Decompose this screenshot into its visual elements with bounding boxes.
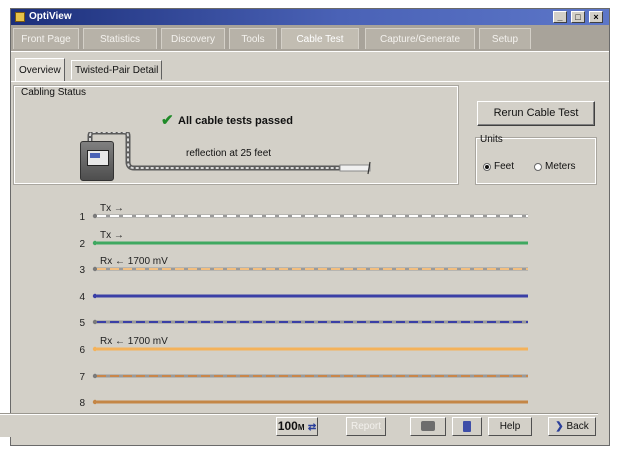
- pair-endpoint: [92, 213, 98, 219]
- pair-endpoint: [92, 346, 98, 352]
- pair-number: 6: [79, 345, 85, 356]
- back-label: Back: [566, 421, 589, 432]
- trash-icon: [463, 420, 471, 432]
- pair-number: 8: [79, 398, 85, 409]
- back-arrow-icon: ❯: [555, 421, 564, 432]
- pair-annotation: Tx →: [100, 230, 124, 241]
- pair-endpoint: [92, 373, 98, 379]
- pair-endpoint: [92, 240, 98, 246]
- link-speed-icon: ⇄: [307, 422, 317, 433]
- print-button[interactable]: [410, 417, 446, 436]
- back-button[interactable]: ❯ Back: [548, 417, 596, 436]
- printer-icon: [421, 421, 435, 432]
- report-button[interactable]: Report: [346, 417, 386, 436]
- link-speed-unit: M: [297, 423, 305, 432]
- pair-annotation: Rx ← 1700 mV: [100, 336, 168, 347]
- help-button[interactable]: Help: [488, 417, 532, 436]
- pair-endpoint: [92, 399, 98, 405]
- pair-number: 2: [79, 239, 85, 250]
- wire-pairs-diagram: 1 Tx → 2 Tx → 3 Rx ← 1700 mV 4 5 6 Rx ← 1700 mV 7 8: [79, 203, 528, 409]
- pair-annotation: Tx →: [100, 203, 124, 214]
- link-speed-indicator: 100M ⇄: [276, 417, 318, 436]
- pair-number: 4: [79, 292, 85, 303]
- pair-annotation: Rx ← 1700 mV: [100, 256, 168, 267]
- pair-number: 3: [79, 265, 85, 276]
- pair-endpoint: [92, 266, 98, 272]
- link-speed-value: 100: [277, 419, 298, 433]
- pair-number: 1: [79, 212, 85, 223]
- trash-button[interactable]: [452, 417, 482, 436]
- pair-number: 5: [79, 318, 85, 329]
- pair-endpoint: [92, 319, 98, 325]
- pair-endpoint: [92, 293, 98, 299]
- pair-number: 7: [79, 372, 85, 383]
